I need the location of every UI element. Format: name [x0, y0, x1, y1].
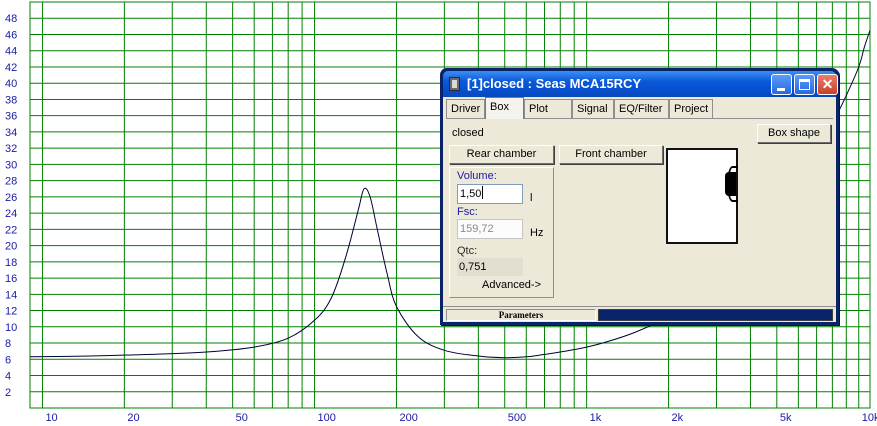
volume-input[interactable]: 1,50 — [457, 184, 523, 204]
fsc-field: 159,72 — [457, 219, 523, 239]
y-tick-label: 24 — [5, 208, 17, 220]
x-tick-label: 100 — [318, 412, 336, 424]
y-tick-label: 22 — [5, 224, 17, 236]
box-shape-button[interactable]: Box shape — [757, 124, 831, 143]
box-shape-preview — [666, 148, 738, 244]
status-caption: Parameters — [446, 309, 596, 321]
y-tick-label: 30 — [5, 159, 17, 171]
y-tick-label: 40 — [5, 78, 17, 90]
y-tick-label: 2 — [5, 387, 11, 399]
rear-chamber-panel: Volume: 1,50 l Fsc: 159,72 Hz Qtc: 0,751… — [449, 167, 554, 298]
y-tick-label: 4 — [5, 371, 11, 383]
tab-project[interactable]: Project — [669, 99, 713, 118]
minimize-icon — [777, 88, 785, 91]
y-tick-labels: 2468101214161820222426283032343638404244… — [5, 13, 17, 399]
y-tick-label: 14 — [5, 289, 17, 301]
status-bar: Parameters — [443, 306, 836, 322]
maximize-button[interactable] — [794, 74, 815, 95]
speaker-icon — [725, 172, 736, 196]
close-icon: ✕ — [821, 76, 834, 92]
y-tick-label: 16 — [5, 273, 17, 285]
rear-chamber-button[interactable]: Rear chamber — [449, 145, 554, 164]
qtc-value: 0,751 — [457, 258, 523, 276]
box-type-label: closed — [452, 127, 484, 139]
text-caret — [482, 186, 484, 199]
y-tick-label: 48 — [5, 13, 17, 25]
dialog-titlebar[interactable]: [1]closed : Seas MCA15RCY ✕ — [443, 71, 838, 97]
y-tick-label: 34 — [5, 127, 17, 139]
y-tick-label: 8 — [5, 338, 11, 350]
volume-unit: l — [530, 192, 533, 204]
app-icon — [449, 77, 460, 91]
y-tick-label: 6 — [5, 354, 11, 366]
qtc-label: Qtc: — [457, 245, 478, 257]
y-tick-label: 20 — [5, 241, 17, 253]
box-dialog-window[interactable]: [1]closed : Seas MCA15RCY ✕ Driver Box P… — [440, 68, 839, 325]
y-tick-label: 38 — [5, 94, 17, 106]
close-button[interactable]: ✕ — [817, 74, 838, 95]
volume-label: Volume: — [457, 170, 497, 182]
y-tick-label: 32 — [5, 143, 17, 155]
minimize-button[interactable] — [771, 74, 792, 95]
x-tick-label: 200 — [399, 412, 417, 424]
y-tick-label: 18 — [5, 257, 17, 269]
y-tick-label: 10 — [5, 322, 17, 334]
y-tick-label: 12 — [5, 306, 17, 318]
fsc-unit: Hz — [530, 227, 544, 239]
front-chamber-button[interactable]: Front chamber — [559, 145, 663, 164]
y-tick-label: 26 — [5, 192, 17, 204]
x-tick-label: 50 — [236, 412, 248, 424]
volume-value: 1,50 — [460, 188, 482, 200]
advanced-button[interactable]: Advanced-> — [482, 279, 541, 291]
tab-signal[interactable]: Signal — [572, 99, 614, 118]
maximize-icon — [799, 79, 810, 90]
x-tick-label: 1k — [590, 412, 602, 424]
y-tick-label: 42 — [5, 62, 17, 74]
x-tick-label: 20 — [127, 412, 139, 424]
dialog-title: [1]closed : Seas MCA15RCY — [467, 76, 642, 91]
x-tick-label: 10 — [45, 412, 57, 424]
tab-box[interactable]: Box — [485, 97, 524, 119]
tab-driver[interactable]: Driver — [446, 99, 485, 118]
progress-bar — [598, 309, 833, 321]
y-tick-label: 46 — [5, 29, 17, 41]
x-tick-label: 500 — [508, 412, 526, 424]
x-tick-label: 2k — [672, 412, 684, 424]
x-tick-label: 5k — [780, 412, 792, 424]
tab-eq-filter[interactable]: EQ/Filter — [614, 99, 669, 118]
dialog-client-area: Driver Box Plot Signal EQ/Filter Project… — [443, 97, 836, 322]
y-tick-label: 36 — [5, 111, 17, 123]
x-tick-labels: 10 20 50 100 200 500 1k 2k 5k 10k — [45, 412, 877, 424]
y-tick-label: 44 — [5, 46, 17, 58]
tab-plot[interactable]: Plot — [524, 99, 572, 118]
x-tick-label: 10k — [862, 412, 877, 424]
y-tick-label: 28 — [5, 176, 17, 188]
fsc-label: Fsc: — [457, 206, 478, 218]
